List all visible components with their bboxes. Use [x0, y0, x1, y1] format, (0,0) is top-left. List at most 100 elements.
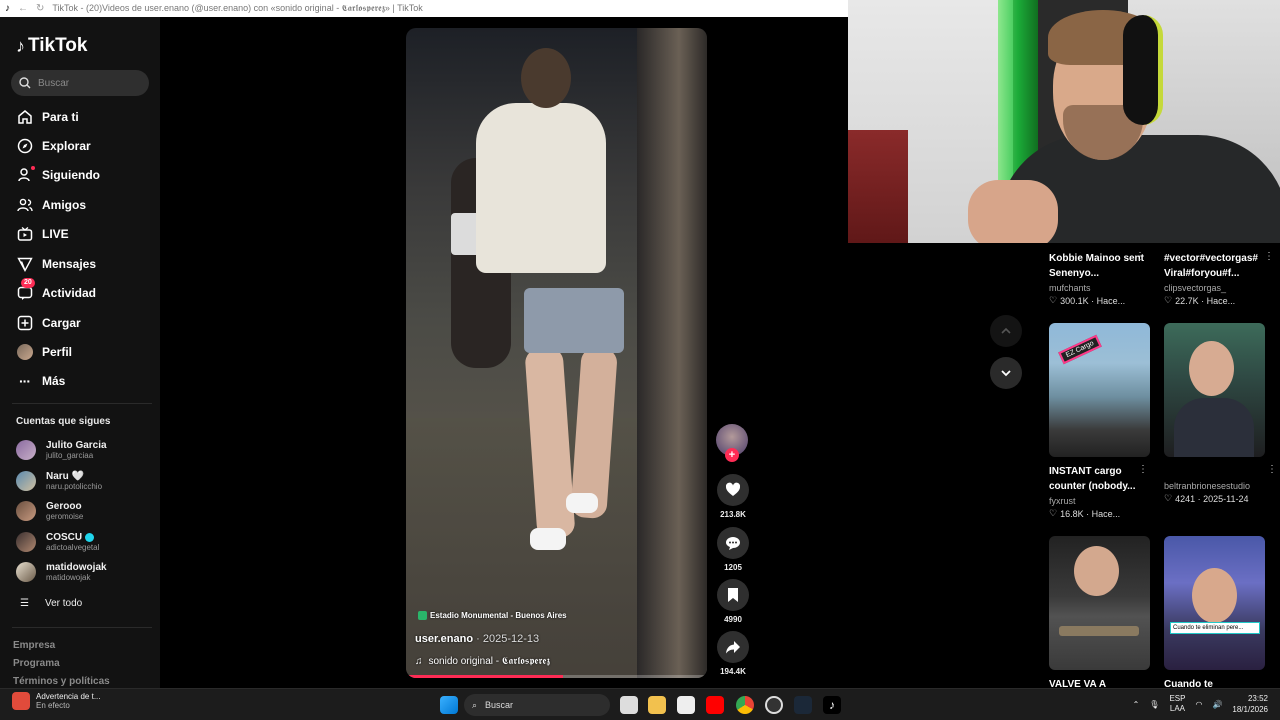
avatar — [16, 501, 36, 521]
list-item[interactable]: Kobbie Mainoo sent Senenyo... ⋮ mufchant… — [1049, 251, 1147, 306]
obs-icon[interactable] — [765, 696, 783, 714]
more-options-icon[interactable]: ⋮ — [1135, 251, 1145, 262]
prev-video-button[interactable] — [990, 315, 1022, 347]
windows-start-icon[interactable] — [440, 696, 458, 714]
nav-siguiendo[interactable]: Siguiendo — [16, 165, 100, 185]
following-item[interactable]: COSCU adictoalvegetal — [16, 532, 99, 552]
nav-mas[interactable]: ··· Más — [16, 371, 65, 391]
search-icon — [19, 77, 31, 89]
avatar — [16, 562, 36, 582]
search-icon: ⌕ — [472, 699, 478, 710]
following-item[interactable]: Julito Garcia julito_garciaa — [16, 440, 107, 460]
video-thumbnail[interactable]: EZ Cargo — [1049, 323, 1150, 457]
list-item[interactable]: #vector#vectorgas#Viral#foryou#f... ⋮ cl… — [1164, 251, 1274, 306]
nav-para-ti[interactable]: Para ti — [16, 107, 79, 127]
comment-button[interactable]: 1205 — [716, 527, 750, 572]
file-explorer-icon[interactable] — [648, 696, 666, 714]
steam-icon[interactable] — [794, 696, 812, 714]
next-video-button[interactable] — [990, 357, 1022, 389]
youtube-icon[interactable] — [706, 696, 724, 714]
video-location[interactable]: Estadio Monumental - Buenos Aires — [418, 611, 567, 620]
tiktok-app-icon[interactable]: ♪ — [823, 696, 841, 714]
nav-perfil[interactable]: Perfil — [16, 342, 72, 362]
webcam-red-area — [848, 130, 908, 243]
video-player[interactable]: Estadio Monumental - Buenos Aires user.e… — [406, 28, 707, 678]
heart-outline-icon: ♡ — [1049, 295, 1058, 305]
search-bar[interactable] — [11, 70, 149, 96]
taskbar-search[interactable]: ⌕ Buscar — [464, 694, 610, 716]
task-view-icon[interactable] — [620, 696, 638, 714]
footer-link-empresa[interactable]: Empresa — [13, 640, 55, 651]
video-thumbnail[interactable] — [1049, 536, 1150, 670]
see-all-button[interactable]: ☰ Ver todo — [20, 598, 82, 609]
more-options-icon[interactable]: ⋮ — [1264, 251, 1274, 262]
footer-link-terminos[interactable]: Términos y políticas — [13, 676, 110, 687]
browser-titlebar: ♪ ← ↻ TikTok - (20)Videos de user.enano … — [0, 0, 848, 17]
system-tray: ⌃ 🎙 ESP LAA ◠ 🔊 23:52 18/1/2026 — [1133, 693, 1268, 715]
more-options-icon[interactable]: ⋮ — [1267, 464, 1277, 475]
share-arrow-icon — [726, 641, 740, 654]
following-item[interactable]: Naru 🤍 naru.potolicchio — [16, 471, 102, 491]
thumbnail-caption: Cuando te eliminan pere... — [1170, 622, 1260, 634]
video-thumbnail[interactable]: Cuando te eliminan pere... — [1164, 536, 1265, 670]
like-button[interactable]: 213.8K — [716, 474, 750, 519]
chevron-up-icon[interactable]: ⌃ — [1133, 700, 1140, 709]
following-item[interactable]: matidowojak matidowojak — [16, 562, 107, 582]
tiktok-logo[interactable]: ♪ TikTok — [16, 35, 87, 57]
creator-avatar[interactable]: + — [716, 424, 748, 462]
clock[interactable]: 23:52 18/1/2026 — [1232, 693, 1268, 715]
footer-link-programa[interactable]: Programa — [13, 658, 60, 669]
thumbnail-face — [1074, 546, 1119, 596]
following-item[interactable]: Gerooo geromoise — [16, 501, 83, 521]
thumbnail-rifle — [1059, 626, 1139, 636]
thumbnail-overlay-label: EZ Cargo — [1058, 334, 1102, 365]
video-progress-fill — [406, 675, 563, 678]
activity-badge: 20 — [21, 277, 35, 288]
store-icon[interactable] — [677, 696, 695, 714]
language-indicator[interactable]: ESP LAA — [1169, 694, 1185, 714]
avatar — [16, 471, 36, 491]
nav-mensajes[interactable]: Mensajes — [16, 254, 96, 274]
search-input[interactable] — [38, 77, 138, 89]
window-title: TikTok - (20)Videos de user.enano (@user… — [52, 3, 423, 13]
save-button[interactable]: 4990 — [716, 579, 750, 624]
chrome-icon[interactable] — [736, 696, 754, 714]
reload-icon[interactable]: ↻ — [36, 3, 44, 14]
thumbnail-face — [1192, 568, 1237, 623]
wifi-icon[interactable]: ◠ — [1195, 700, 1202, 709]
video-figure-shoe — [530, 528, 566, 550]
nav-actividad[interactable]: 20 Actividad — [16, 277, 96, 303]
friends-icon — [16, 197, 33, 214]
video-progress-bar[interactable] — [406, 675, 707, 678]
back-icon[interactable]: ← — [18, 3, 28, 14]
share-button[interactable]: 194.4K — [716, 631, 750, 676]
action-bar: + 213.8K 1205 4990 194.4K — [716, 424, 750, 676]
thumbnail-body — [1174, 398, 1254, 457]
volume-icon[interactable]: 🔊 — [1212, 700, 1222, 709]
nav-amigos[interactable]: Amigos — [16, 195, 86, 215]
video-thumbnail[interactable] — [1164, 323, 1265, 457]
nav-explorar[interactable]: Explorar — [16, 136, 91, 156]
list-item[interactable]: EZ Cargo INSTANT cargo counter (nobody..… — [1049, 323, 1150, 519]
heart-outline-icon: ♡ — [1164, 493, 1173, 503]
taskbar-alert[interactable]: Advertencia de t... En efecto — [12, 692, 100, 710]
list-item[interactable]: Cuando te eliminan pere... Cuando te — [1164, 536, 1265, 692]
more-options-icon[interactable]: ⋮ — [1138, 464, 1148, 475]
profile-avatar-icon — [16, 344, 33, 361]
heart-icon — [725, 482, 741, 496]
video-figure-shirt — [476, 103, 606, 273]
video-author[interactable]: user.enano · 2025-12-13 — [415, 633, 539, 645]
nav-live[interactable]: LIVE — [16, 224, 69, 244]
comment-icon — [726, 537, 740, 550]
divider — [12, 627, 152, 628]
microphone-icon[interactable]: 🎙 — [1149, 700, 1159, 709]
list-item[interactable]: VALVE VA A — [1049, 536, 1150, 692]
nav-cargar[interactable]: Cargar — [16, 313, 81, 333]
notification-dot — [31, 165, 35, 170]
video-sound[interactable]: ♫ sonido original - 𝕮𝖆𝖗𝖑𝖔𝖘𝖕𝖊𝖗𝖊𝖟 — [415, 656, 550, 667]
list-item[interactable]: ⋮ beltranbrionesestudio ♡ 4241 · 2025-11-… — [1164, 323, 1277, 504]
send-icon — [16, 256, 33, 273]
warning-icon — [12, 692, 30, 710]
avatar — [16, 440, 36, 460]
follow-plus-icon[interactable]: + — [725, 448, 739, 462]
